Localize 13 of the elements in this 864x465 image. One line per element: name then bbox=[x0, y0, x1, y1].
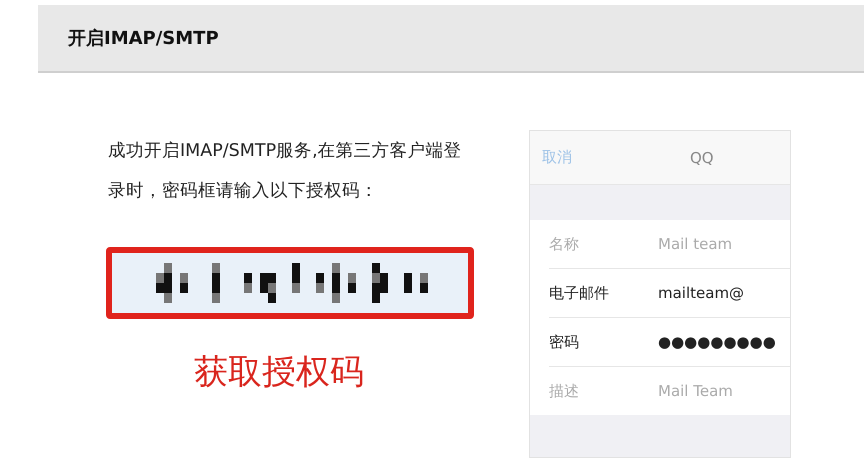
input-field[interactable]: Mail team bbox=[658, 235, 732, 253]
caption-text: 获取授权码 bbox=[194, 351, 365, 394]
field-label: 密码 bbox=[549, 332, 580, 352]
input-field[interactable]: ●●●●●●●●● bbox=[658, 333, 776, 351]
field-label: 描述 bbox=[549, 382, 580, 400]
input-field[interactable]: Mail Team bbox=[658, 382, 733, 400]
cancel-link[interactable]: 取消 bbox=[542, 148, 572, 167]
input-field[interactable]: mailteam@ bbox=[658, 284, 744, 302]
instruction-text: 成功开启IMAP/SMTP服务,在第三方客户端登录时，密码框请输入以下授权码： bbox=[108, 140, 463, 203]
field-label: 电子邮件 bbox=[549, 284, 610, 302]
form-title: QQ bbox=[690, 148, 714, 166]
field-label: 名称 bbox=[549, 234, 580, 254]
section-title: 开启IMAP/SMTP bbox=[68, 27, 219, 50]
